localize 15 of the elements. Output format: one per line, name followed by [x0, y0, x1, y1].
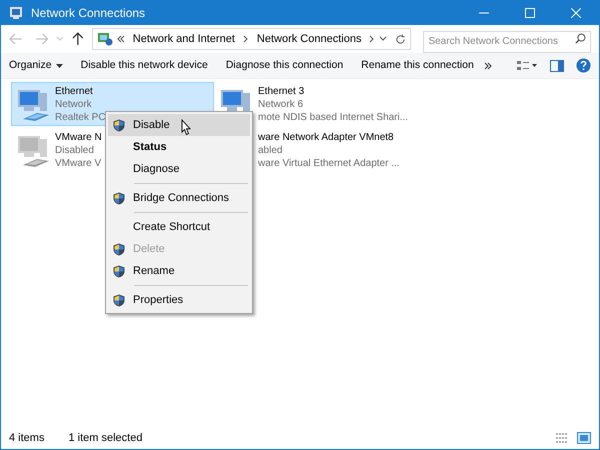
- connection-status: Network: [55, 98, 93, 111]
- connection-name: Ethernet 3: [258, 85, 306, 98]
- adapter-name: Realtek PC: [55, 111, 106, 124]
- connection-name: ware Network Adapter VMnet8: [258, 131, 395, 144]
- adapter-name: mote NDIS based Internet Shari...: [258, 111, 408, 124]
- item-count: 4 items: [9, 430, 44, 446]
- connection-name: Ethernet: [55, 85, 94, 98]
- connection-name: VMware N: [55, 131, 102, 144]
- adapter-name: VMware V: [55, 157, 102, 170]
- window-title: Network Connections: [31, 5, 146, 22]
- connection-status: abled: [258, 144, 284, 157]
- adapter-name: ware Virtual Ethernet Adapter ...: [258, 157, 400, 170]
- connection-status: Disabled: [55, 144, 95, 157]
- connection-status: Network 6: [258, 98, 304, 111]
- selection-count: 1 item selected: [68, 430, 142, 446]
